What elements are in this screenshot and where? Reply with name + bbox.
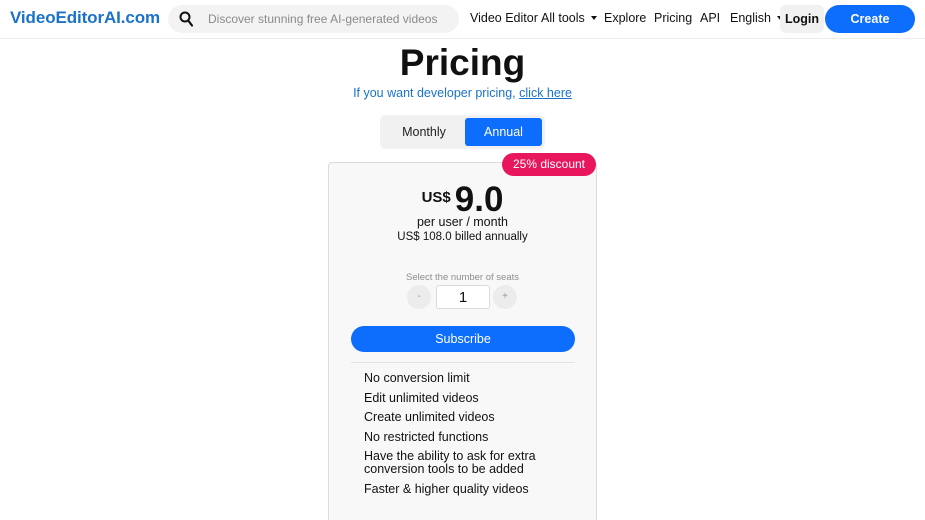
- price-currency: US$: [421, 189, 451, 206]
- developer-pricing-note: If you want developer pricing, click her…: [0, 86, 925, 100]
- create-account-button[interactable]: Create account: [825, 5, 915, 54]
- search-input[interactable]: [200, 6, 450, 32]
- language-label: English: [730, 11, 771, 25]
- nav-pricing[interactable]: Pricing: [654, 11, 692, 25]
- seats-increment-button[interactable]: +: [493, 285, 517, 309]
- developer-pricing-link[interactable]: click here: [519, 86, 572, 100]
- billing-period-toggle: Monthly Annual: [380, 115, 545, 149]
- top-navbar: VideoEditorAI.com Video Editor All tools…: [0, 0, 925, 54]
- feature-list: No conversion limit Edit unlimited video…: [364, 372, 564, 503]
- nav-video-editor[interactable]: Video Editor: [470, 11, 538, 25]
- feature-item: Have the ability to ask for extra conver…: [364, 449, 536, 477]
- developer-pricing-text: If you want developer pricing,: [353, 86, 516, 100]
- discount-badge: 25% discount: [502, 153, 596, 176]
- seats-decrement-button[interactable]: -: [407, 285, 431, 309]
- price-display: US$ 9.0: [328, 180, 597, 220]
- price-amount: 9.0: [454, 180, 504, 219]
- page-title: Pricing: [399, 42, 526, 83]
- language-select[interactable]: English: [730, 11, 783, 25]
- login-button[interactable]: Login: [780, 5, 824, 33]
- nav-explore[interactable]: Explore: [604, 11, 646, 25]
- subscribe-button[interactable]: Subscribe: [351, 326, 575, 352]
- nav-all-tools-label: All tools: [541, 11, 585, 25]
- price-period: per user / month: [416, 215, 508, 229]
- feature-item: Create unlimited videos: [364, 410, 495, 425]
- search-icon[interactable]: [179, 11, 193, 27]
- feature-item: Faster & higher quality videos: [364, 481, 529, 496]
- nav-api[interactable]: API: [700, 11, 720, 25]
- nav-all-tools[interactable]: All tools: [541, 11, 597, 25]
- toggle-monthly[interactable]: Monthly: [384, 118, 464, 146]
- chevron-down-icon: [590, 16, 597, 20]
- feature-item: Edit unlimited videos: [364, 390, 479, 405]
- brand-logo[interactable]: VideoEditorAI.com: [10, 8, 160, 28]
- seats-label: Select the number of seats: [405, 272, 519, 283]
- feature-item: No conversion limit: [364, 371, 470, 385]
- billed-annually: US$ 108.0 billed annually: [397, 231, 528, 243]
- feature-item: No restricted functions: [364, 429, 489, 444]
- card-divider: [351, 362, 575, 363]
- seats-input[interactable]: [436, 285, 490, 309]
- toggle-annual[interactable]: Annual: [465, 118, 542, 146]
